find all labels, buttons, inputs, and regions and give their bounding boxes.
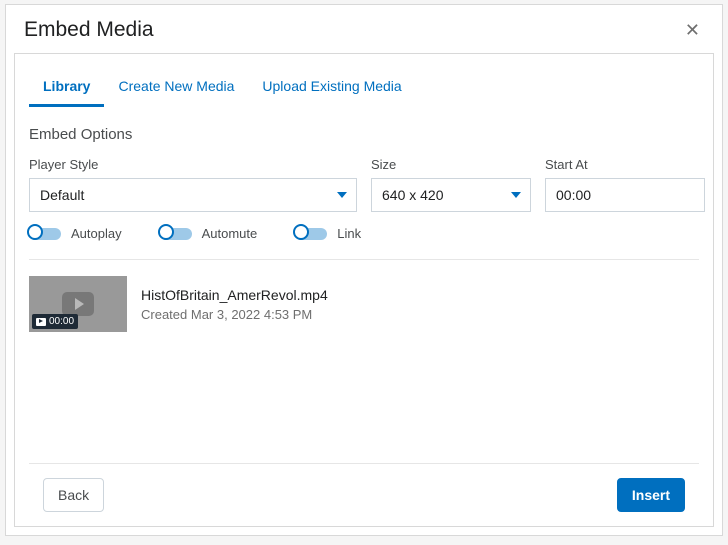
start-at-field: Start At 00:00 <box>545 157 705 212</box>
player-style-select[interactable]: Default <box>29 178 357 212</box>
player-style-value: Default <box>40 187 84 203</box>
embed-options-panel: Embed Options Player Style Default Size <box>15 108 713 526</box>
modal-title: Embed Media <box>24 18 154 42</box>
insert-button[interactable]: Insert <box>617 478 685 512</box>
toggle-switch-icon <box>160 228 192 240</box>
modal-body: Library Create New Media Upload Existing… <box>14 53 714 527</box>
duration-badge: 00:00 <box>32 314 78 329</box>
modal-footer: Back Insert <box>29 463 699 526</box>
size-label: Size <box>371 157 531 172</box>
link-toggle[interactable]: Link <box>295 226 361 241</box>
automute-toggle[interactable]: Automute <box>160 226 258 241</box>
play-icon <box>62 292 94 316</box>
toggle-switch-icon <box>29 228 61 240</box>
modal-header: Embed Media ✕ <box>6 5 722 53</box>
media-meta: HistOfBritain_AmerRevol.mp4 Created Mar … <box>141 287 328 322</box>
video-icon <box>36 318 46 326</box>
tab-library[interactable]: Library <box>29 72 104 107</box>
media-item: 00:00 HistOfBritain_AmerRevol.mp4 Create… <box>29 260 699 348</box>
automute-toggle-label: Automute <box>202 226 258 241</box>
media-title: HistOfBritain_AmerRevol.mp4 <box>141 287 328 303</box>
close-button[interactable]: ✕ <box>681 17 704 43</box>
media-created: Created Mar 3, 2022 4:53 PM <box>141 307 328 322</box>
autoplay-toggle-label: Autoplay <box>71 226 122 241</box>
player-style-field: Player Style Default <box>29 157 357 212</box>
tab-upload-existing-media[interactable]: Upload Existing Media <box>248 72 415 107</box>
back-button[interactable]: Back <box>43 478 104 512</box>
link-toggle-label: Link <box>337 226 361 241</box>
close-icon: ✕ <box>685 20 700 40</box>
toggle-switch-icon <box>295 228 327 240</box>
start-at-value: 00:00 <box>556 187 591 203</box>
tabs: Library Create New Media Upload Existing… <box>15 54 713 108</box>
autoplay-toggle[interactable]: Autoplay <box>29 226 122 241</box>
toggle-row: Autoplay Automute Link <box>29 226 699 260</box>
size-value: 640 x 420 <box>382 187 444 203</box>
embed-media-modal: Embed Media ✕ Library Create New Media U… <box>5 4 723 536</box>
size-field: Size 640 x 420 <box>371 157 531 212</box>
duration-badge-text: 00:00 <box>49 316 74 327</box>
options-row: Player Style Default Size 640 x 420 <box>29 157 699 212</box>
start-at-input[interactable]: 00:00 <box>545 178 705 212</box>
player-style-label: Player Style <box>29 157 357 172</box>
size-select[interactable]: 640 x 420 <box>371 178 531 212</box>
media-thumbnail[interactable]: 00:00 <box>29 276 127 332</box>
section-heading: Embed Options <box>29 126 699 143</box>
start-at-label: Start At <box>545 157 705 172</box>
tab-create-new-media[interactable]: Create New Media <box>104 72 248 107</box>
